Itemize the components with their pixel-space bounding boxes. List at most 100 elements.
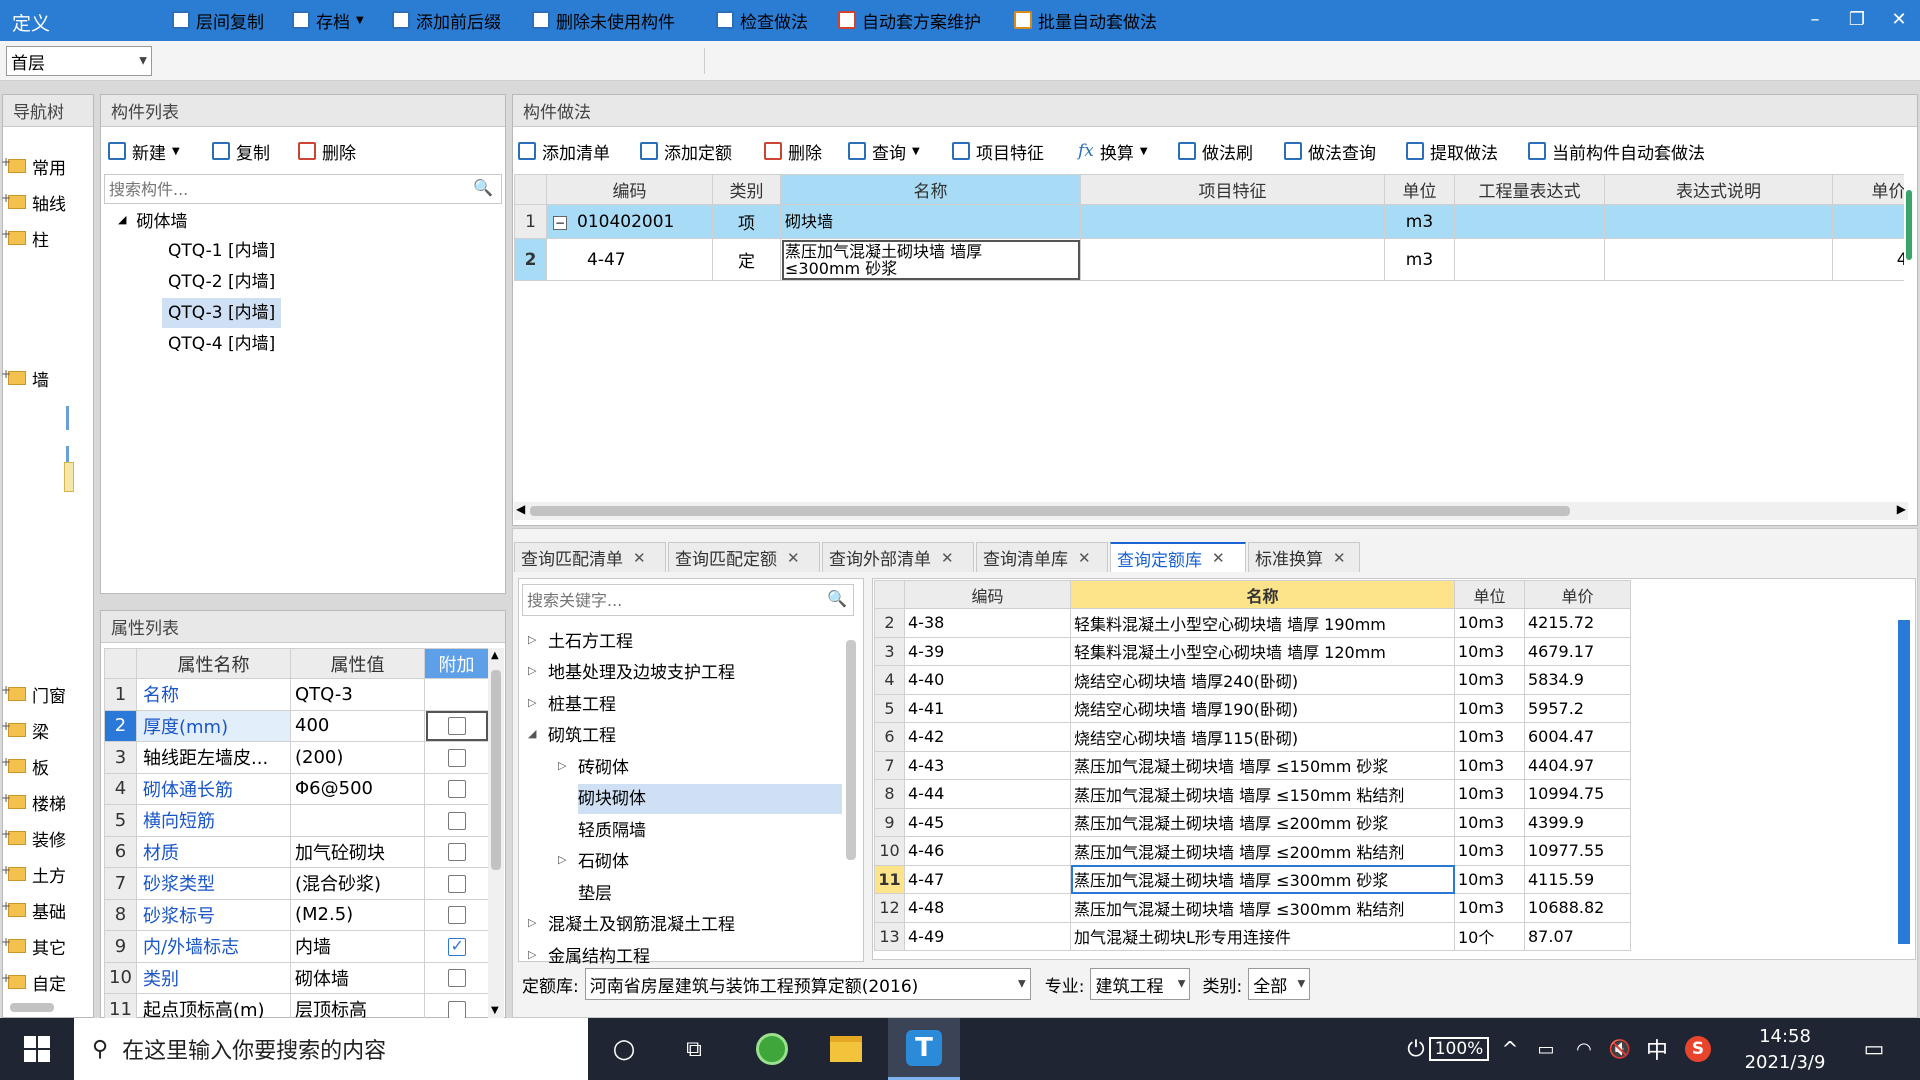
copy-component-button[interactable]: 复制	[212, 138, 270, 164]
extra-checkbox[interactable]	[447, 843, 466, 862]
method-col-header[interactable]: 单价	[1832, 174, 1904, 205]
lib-select[interactable]: 河南省房屋建筑与装饰工程预算定额(2016) ▼	[584, 968, 1031, 1000]
method-expr-desc[interactable]	[1604, 238, 1833, 281]
property-value[interactable]: (混合砂浆)	[290, 867, 425, 900]
property-row[interactable]: 1 名称 QTQ-3	[104, 678, 488, 711]
quota-row[interactable]: 2 4-38 轻集料混凝土小型空心砌块墙 墙厚 190mm 10m3 4215.72	[874, 608, 1631, 638]
nav-item[interactable]: 常用	[1, 152, 66, 180]
floor-copy-button[interactable]: 层间复制	[172, 7, 264, 33]
method-col-header[interactable]: 单位	[1384, 174, 1455, 205]
taskbar-search[interactable]: ⚲ 在这里输入你要搜索的内容	[74, 1018, 588, 1080]
quota-tree-item[interactable]: ◢ 砌筑工程	[528, 719, 616, 749]
scroll-left-icon[interactable]: ◀	[516, 502, 525, 516]
extra-checkbox[interactable]	[447, 969, 466, 988]
nav-item[interactable]: 基础	[1, 896, 66, 924]
method-feature[interactable]	[1080, 238, 1385, 281]
method-col-header[interactable]: 名称	[780, 174, 1081, 205]
new-component-button[interactable]: 新建 ▼	[108, 138, 180, 164]
property-value[interactable]: 加气砼砌块	[290, 835, 425, 868]
cat-select[interactable]: 全部 ▼	[1248, 968, 1311, 1000]
quota-col-header[interactable]: 单价	[1524, 580, 1631, 609]
browser-taskbar-button[interactable]	[744, 1018, 800, 1080]
sogou-icon[interactable]: S	[1680, 1018, 1716, 1080]
task-view-icon[interactable]: ⧉	[666, 1018, 722, 1080]
query-tab[interactable]: 查询定额库 ✕	[1110, 542, 1246, 572]
query-tab[interactable]: 查询清单库 ✕	[976, 542, 1108, 572]
nav-item[interactable]: 土方	[1, 860, 66, 888]
quota-row[interactable]: 5 4-41 烧结空心砌块墙 墙厚190(卧砌) 10m3 5957.2	[874, 693, 1631, 723]
property-row[interactable]: 5 横向短筋	[104, 804, 488, 837]
property-value[interactable]: 层顶标高	[290, 993, 425, 1018]
property-value[interactable]: 内墙	[290, 930, 425, 963]
quota-row[interactable]: 3 4-39 轻集料混凝土小型空心砌块墙 墙厚 120mm 10m3 4679.17	[874, 636, 1631, 666]
quota-tree-item[interactable]: ▷ 混凝土及钢筋混凝土工程	[528, 908, 735, 938]
method-expr[interactable]	[1454, 238, 1605, 281]
method-expr-desc[interactable]	[1604, 204, 1833, 239]
method-action-button[interactable]: 添加清单	[518, 138, 610, 164]
col-prop-value[interactable]: 属性值	[290, 648, 425, 679]
property-value[interactable]: QTQ-3	[290, 678, 425, 711]
method-col-header[interactable]: 表达式说明	[1604, 174, 1833, 205]
quota-tree-item[interactable]: ▷ 桩基工程	[528, 687, 616, 717]
restore-button[interactable]: ❐	[1840, 6, 1874, 34]
method-action-button[interactable]: 查询 ▼	[848, 138, 920, 164]
notification-icon[interactable]: ▭	[1852, 1018, 1896, 1080]
method-action-button[interactable]: 删除	[764, 138, 822, 164]
quota-tree-item[interactable]: 砌块砌体	[558, 782, 646, 812]
quota-search[interactable]: 🔍	[522, 584, 854, 616]
property-value[interactable]: 400	[290, 709, 425, 742]
quota-table-scrollbar[interactable]	[1898, 620, 1910, 944]
method-hscroll[interactable]: ◀ ▶	[514, 502, 1908, 520]
quota-row[interactable]: 11 4-47 蒸压加气混凝土砌块墙 墙厚 ≤300mm 砂浆 10m3 4115.59	[874, 864, 1631, 894]
quota-row[interactable]: 10 4-46 蒸压加气混凝土砌块墙 墙厚 ≤200mm 粘结剂 10m3 10977.…	[874, 836, 1631, 866]
method-col-header[interactable]: 工程量表达式	[1454, 174, 1605, 205]
property-value[interactable]: 砌体墙	[290, 961, 425, 994]
nav-item-wall[interactable]: 墙	[1, 364, 49, 392]
quota-tree-item[interactable]: ▷ 土石方工程	[528, 624, 633, 654]
query-tab[interactable]: 标准换算 ✕	[1248, 542, 1360, 572]
scroll-right-icon[interactable]: ▶	[1897, 502, 1906, 516]
nav-item[interactable]: 轴线	[1, 188, 66, 216]
cortana-icon[interactable]: ○	[596, 1018, 652, 1080]
method-code-cell[interactable]: −010402001	[546, 204, 713, 239]
properties-scrollbar[interactable]: ▲ ▼	[488, 648, 504, 1018]
extra-checkbox[interactable]	[447, 1000, 466, 1018]
ime-indicator[interactable]: 中	[1640, 1018, 1674, 1080]
close-icon[interactable]: ✕	[1212, 549, 1225, 567]
component-group[interactable]: ◢ 砌体墙	[118, 207, 187, 232]
extra-checkbox[interactable]	[447, 717, 466, 736]
close-icon[interactable]: ✕	[633, 549, 646, 567]
method-feature[interactable]	[1080, 204, 1385, 239]
method-action-button[interactable]: 添加定额	[640, 138, 732, 164]
property-row[interactable]: 7 砂浆类型 (混合砂浆)	[104, 867, 488, 900]
batch-auto-button[interactable]: 批量自动套做法	[1014, 7, 1157, 33]
property-value[interactable]: Φ6@500	[290, 772, 425, 805]
battery-indicator[interactable]: 100%	[1428, 1018, 1490, 1080]
method-col-header[interactable]: 项目特征	[1080, 174, 1385, 205]
method-action-button[interactable]: fx 换算 ▼	[1078, 138, 1148, 164]
hscroll-thumb[interactable]	[530, 506, 1570, 516]
property-value[interactable]: (200)	[290, 741, 425, 774]
nav-item[interactable]: 梁	[1, 716, 49, 744]
method-row[interactable]: 2 4-47 定蒸压加气混凝土砌块墙 墙厚 ≤300mm 砂浆 m3 4115	[514, 238, 1904, 281]
explorer-taskbar-button[interactable]	[818, 1018, 874, 1080]
method-name[interactable]: 蒸压加气混凝土砌块墙 墙厚 ≤300mm 砂浆	[780, 238, 1081, 281]
clock[interactable]: 14:58 2021/3/9	[1730, 1024, 1840, 1076]
quota-tree-item[interactable]: 垫层	[558, 876, 612, 906]
method-action-button[interactable]: 提取做法	[1406, 138, 1498, 164]
nav-item[interactable]: 装修	[1, 824, 66, 852]
quota-col-header[interactable]: 名称	[1070, 580, 1455, 609]
search-icon[interactable]: 🔍	[473, 178, 493, 197]
component-item[interactable]: QTQ-4 [内墙]	[162, 329, 281, 359]
method-expr[interactable]	[1454, 204, 1605, 239]
start-button[interactable]	[12, 1018, 62, 1080]
method-action-button[interactable]: 做法查询	[1284, 138, 1376, 164]
property-row[interactable]: 4 砌体通长筋 Φ6@500	[104, 772, 488, 805]
query-tab[interactable]: 查询外部清单 ✕	[822, 542, 974, 572]
chevron-up-icon[interactable]: ^	[1496, 1018, 1524, 1080]
minimize-button[interactable]: –	[1798, 6, 1832, 34]
quota-row[interactable]: 12 4-48 蒸压加气混凝土砌块墙 墙厚 ≤300mm 粘结剂 10m3 10688.…	[874, 893, 1631, 923]
property-value[interactable]: (M2.5)	[290, 898, 425, 931]
extra-checkbox[interactable]	[447, 811, 466, 830]
app-taskbar-button[interactable]: T	[888, 1018, 960, 1080]
